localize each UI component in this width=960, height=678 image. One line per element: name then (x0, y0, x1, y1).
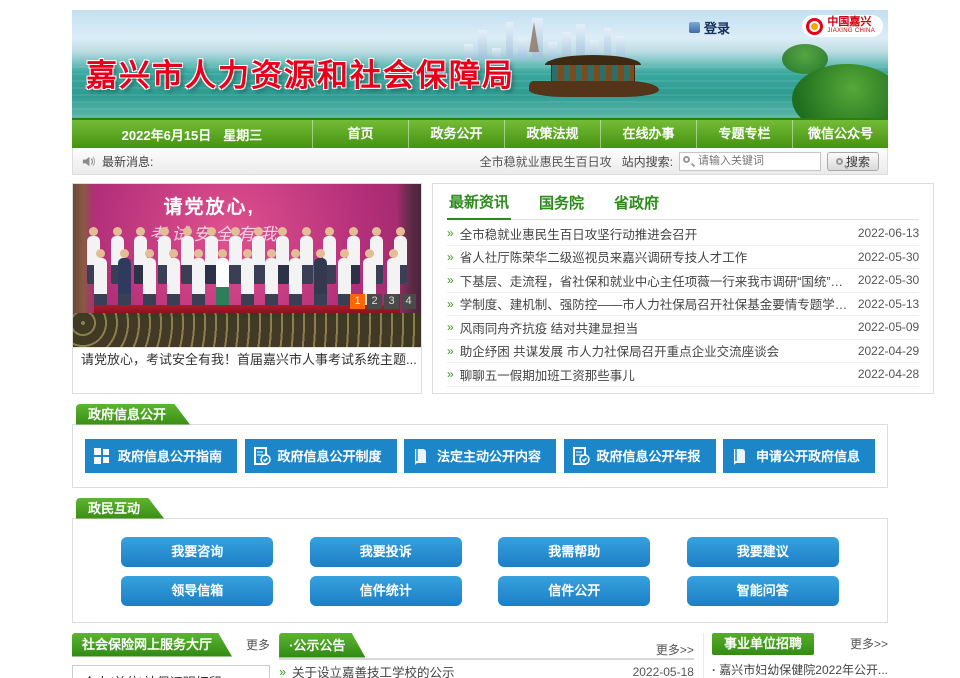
pager-dot-4[interactable]: 4 (401, 294, 416, 309)
search-icon (683, 156, 690, 163)
news-row[interactable]: »省人社厅陈荣华二级巡视员来嘉兴调研专技人才工作2022-05-30 (447, 246, 919, 270)
page: 嘉兴市人力资源和社会保障局 登录 中国嘉兴 JIAXING CHINA 2022… (0, 0, 960, 678)
news-ticker-bar: 最新消息: 全市稳就业惠民生百日攻 站内搜索: 搜索 (72, 148, 888, 175)
section-title-recruitment: 事业单位招聘 (712, 633, 814, 655)
logo-subtext: JIAXING CHINA (827, 28, 875, 35)
complaint-button[interactable]: 我要投诉 (310, 537, 462, 567)
recruitment-more-link[interactable]: 更多>> (850, 635, 888, 652)
info-mandatory-content-button[interactable]: 法定主动公开内容 (404, 439, 556, 473)
news-panel: 最新资讯 国务院 省政府 »全市稳就业惠民生百日攻坚行动推进会召开2022-06… (432, 183, 934, 394)
double-arrow-icon: » (447, 320, 454, 334)
search-input[interactable] (679, 152, 821, 171)
double-arrow-icon: » (447, 367, 454, 381)
news-row[interactable]: »助企纾困 共谋发展 市人力社保局召开重点企业交流座谈会2022-04-29 (447, 340, 919, 364)
news-row[interactable]: »风雨同舟齐抗疫 结对共建显担当2022-05-09 (447, 316, 919, 340)
nav-date: 2022年6月15日星期三 (72, 125, 312, 144)
pagoda-graphic (529, 22, 539, 52)
info-guide-button[interactable]: 政府信息公开指南 (85, 439, 237, 473)
recruitment-row[interactable]: 嘉兴市妇幼保健院2022年公开... (712, 658, 888, 678)
double-arrow-icon: » (447, 344, 454, 358)
tab-latest-news[interactable]: 最新资讯 (447, 191, 511, 220)
news-row[interactable]: »下基层、走流程，省社保和就业中心主任项薇一行来我市调研“国统”上线情况2022… (447, 269, 919, 293)
doc-check-icon (253, 447, 271, 465)
nav-item-policies[interactable]: 政策法规 (504, 120, 600, 148)
tree-graphic (782, 44, 828, 74)
book-icon (731, 447, 749, 465)
info-request-button[interactable]: 申请公开政府信息 (723, 439, 875, 473)
ticker-label: 最新消息: (102, 153, 153, 170)
leader-mailbox-button[interactable]: 领导信箱 (121, 576, 273, 606)
slider-pager: 1 2 3 4 (350, 294, 416, 309)
double-arrow-icon: » (279, 665, 286, 678)
section-title-announcements: ·公示公告 (279, 633, 365, 658)
skyline-graphic (464, 18, 818, 60)
announcements-more-link[interactable]: 更多>> (656, 641, 694, 658)
logo-circle-icon (806, 18, 823, 35)
carpet-graphic (73, 313, 421, 347)
smart-qa-button[interactable]: 智能问答 (687, 576, 839, 606)
nav-item-gov-disclosure[interactable]: 政务公开 (408, 120, 504, 148)
tab-state-council[interactable]: 国务院 (537, 192, 586, 219)
mail-statistics-button[interactable]: 信件统计 (310, 576, 462, 606)
login-icon (689, 22, 700, 33)
logo-text: 中国嘉兴 (827, 17, 875, 28)
consult-button[interactable]: 我要咨询 (121, 537, 273, 567)
recruitment-panel: 事业单位招聘 更多>> 嘉兴市妇幼保健院2022年公开... 2022年嘉兴市属… (703, 633, 888, 678)
search-box (679, 152, 821, 171)
search-label: 站内搜索: (622, 153, 673, 170)
section-title-social-insurance: 社会保险网上服务大厅 (72, 633, 232, 657)
red-boat-graphic (529, 55, 659, 105)
ticker-headline[interactable]: 全市稳就业惠民生百日攻 (480, 153, 612, 170)
section-title-interaction: 政民互动 (76, 498, 164, 519)
social-insurance-panel: 社会保险网上服务大厅 更多 个人(单位)社保证明打印 办事指南 (72, 633, 270, 678)
doc-check-icon (572, 447, 590, 465)
pager-dot-1[interactable]: 1 (350, 294, 365, 309)
nav-item-home[interactable]: 首页 (312, 120, 408, 148)
site-title: 嘉兴市人力资源和社会保障局 (86, 50, 515, 95)
jiaxing-logo: 中国嘉兴 JIAXING CHINA (802, 15, 883, 37)
nav-item-wechat[interactable]: 微信公众号 (792, 120, 888, 148)
photo-banner-text: 请党放心, (163, 192, 254, 219)
pager-dot-2[interactable]: 2 (367, 294, 382, 309)
need-help-button[interactable]: 我需帮助 (498, 537, 650, 567)
news-row[interactable]: »全市稳就业惠民生百日攻坚行动推进会召开2022-06-13 (447, 222, 919, 246)
news-row[interactable]: »聊聊五一假期加班工资那些事儿2022-04-28 (447, 363, 919, 387)
svc-certificate-print[interactable]: 个人(单位)社保证明打印 (72, 665, 270, 678)
photo-slider: 请党放心, 考试安全有我 1 2 3 4 请党放心，考试安全有我！首届嘉兴市人事… (72, 183, 422, 394)
nav-item-special-topics[interactable]: 专题专栏 (696, 120, 792, 148)
suggestion-button[interactable]: 我要建议 (687, 537, 839, 567)
slider-photo[interactable]: 请党放心, 考试安全有我 1 2 3 4 (73, 184, 421, 347)
news-list: »全市稳就业惠民生百日攻坚行动推进会召开2022-06-13 »省人社厅陈荣华二… (447, 222, 919, 387)
news-tabs: 最新资讯 国务院 省政府 (447, 188, 919, 220)
header-banner: 嘉兴市人力资源和社会保障局 登录 中国嘉兴 JIAXING CHINA (72, 10, 888, 118)
double-arrow-icon: » (447, 273, 454, 287)
section-info-disclosure: 政府信息公开 政府信息公开指南 政府信息公开制度 法定主动公开内容 (72, 404, 888, 488)
double-arrow-icon: » (447, 250, 454, 264)
info-system-button[interactable]: 政府信息公开制度 (245, 439, 397, 473)
info-annual-report-button[interactable]: 政府信息公开年报 (564, 439, 716, 473)
main-nav: 2022年6月15日星期三 首页 政务公开 政策法规 在线办事 专题专栏 微信公… (72, 118, 888, 148)
grid-icon (93, 447, 111, 465)
login-link[interactable]: 登录 (689, 18, 730, 37)
speaker-icon (81, 154, 96, 169)
book-icon (412, 447, 430, 465)
section-interaction: 政民互动 我要咨询 我要投诉 我需帮助 我要建议 领导信箱 信件统计 信件公开 … (72, 498, 888, 623)
social-insurance-more-link[interactable]: 更多 (246, 636, 270, 653)
slider-caption[interactable]: 请党放心，考试安全有我！首届嘉兴市人事考试系统主题... (73, 347, 421, 371)
tab-provincial-gov[interactable]: 省政府 (612, 192, 661, 219)
announcement-row[interactable]: »关于设立嘉善技工学校的公示2022-05-18 (279, 660, 694, 678)
search-icon (836, 158, 843, 165)
mail-disclosure-button[interactable]: 信件公开 (498, 576, 650, 606)
nav-item-online-services[interactable]: 在线办事 (600, 120, 696, 148)
pager-dot-3[interactable]: 3 (384, 294, 399, 309)
news-row[interactable]: »学制度、建机制、强防控——市人力社保局召开社保基金要情专题学习会2022-05… (447, 293, 919, 317)
search-button[interactable]: 搜索 (827, 152, 879, 171)
section-title-info-disclosure: 政府信息公开 (76, 404, 190, 425)
announcements-panel: ·公示公告 更多>> »关于设立嘉善技工学校的公示2022-05-18 »关于公… (279, 633, 694, 678)
double-arrow-icon: » (447, 297, 454, 311)
double-arrow-icon: » (447, 226, 454, 240)
